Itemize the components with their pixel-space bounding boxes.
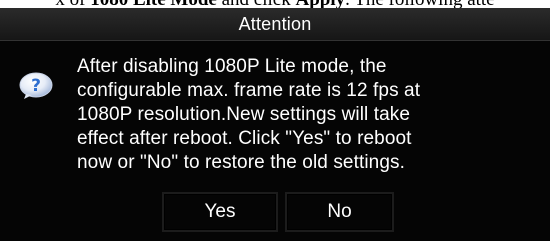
dialog-title-bar: Attention <box>0 8 550 41</box>
yes-button[interactable]: Yes <box>162 192 278 232</box>
no-button[interactable]: No <box>285 192 394 232</box>
svg-text:?: ? <box>31 76 41 96</box>
dialog-message: After disabling 1080P Lite mode, the con… <box>77 56 421 173</box>
attention-dialog: Attention ? After disabling 1080P Lite m… <box>0 8 550 241</box>
dialog-title: Attention <box>238 13 312 34</box>
question-icon: ? <box>19 72 53 99</box>
